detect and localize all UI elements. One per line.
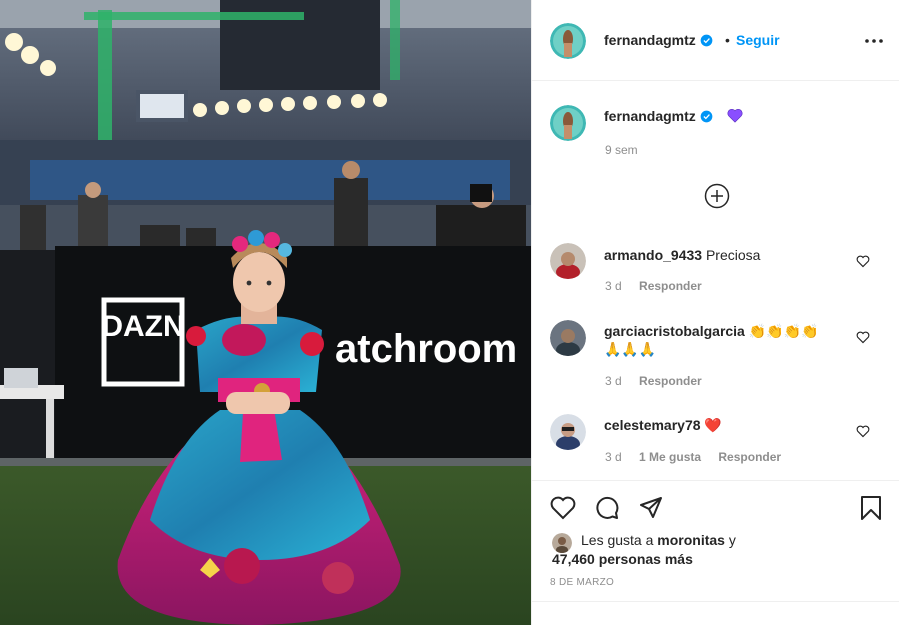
comment-emoji: ❤️ <box>704 417 722 433</box>
banner-left-text: DAZN <box>101 310 184 343</box>
post-date[interactable]: 8 DE MARZO <box>550 577 614 588</box>
post-photo[interactable]: DAZN atchroom <box>0 0 531 625</box>
load-more-icon[interactable] <box>704 183 730 209</box>
comment-text: garciacristobalgarcia 👏👏👏👏 🙏🙏🙏 <box>604 322 854 358</box>
comment-time[interactable]: 3 d <box>605 374 622 388</box>
caption-avatar[interactable] <box>550 105 586 141</box>
author-username-text[interactable]: fernandagmtz <box>604 32 696 48</box>
likes-prefix: Les gusta a <box>581 532 654 548</box>
comment-time[interactable]: 3 d <box>605 279 622 293</box>
comment-text: celestemary78 ❤️ <box>604 416 854 434</box>
caption-username-text[interactable]: fernandagmtz <box>604 108 696 124</box>
comment-meta: 3 d Responder <box>605 374 716 388</box>
comment-emoji: 👏👏👏👏 <box>748 323 819 339</box>
post-header: fernandagmtz • Seguir <box>532 0 899 81</box>
likes-count[interactable]: 47,460 personas más <box>552 551 693 567</box>
purple-heart-icon <box>727 108 743 123</box>
reply-button[interactable]: Responder <box>639 279 702 293</box>
commenter-avatar[interactable] <box>550 243 586 279</box>
banner-right-text: atchroom <box>335 327 517 371</box>
comment-emoji-line2: 🙏🙏🙏 <box>604 341 657 357</box>
commenter-username[interactable]: armando_9433 <box>604 247 702 263</box>
heart-outline-icon[interactable] <box>856 330 870 344</box>
post-actions: Les gusta a moronitas y 47,460 personas … <box>532 480 899 625</box>
heart-outline-icon[interactable] <box>856 424 870 438</box>
more-options-icon[interactable] <box>864 34 884 48</box>
heart-outline-icon[interactable] <box>856 254 870 268</box>
divider <box>532 601 899 602</box>
author-avatar[interactable] <box>550 23 586 59</box>
comment-meta: 3 d Responder <box>605 279 716 293</box>
header-separator: • <box>725 32 730 48</box>
follow-button[interactable]: Seguir <box>736 32 780 48</box>
bookmark-icon[interactable] <box>858 495 884 521</box>
comment-meta: 3 d 1 Me gusta Responder <box>605 450 795 464</box>
likes-line-2: 47,460 personas más <box>552 550 693 569</box>
author-username[interactable]: fernandagmtz <box>604 32 713 48</box>
verified-badge-icon <box>700 34 713 47</box>
comment-text: armando_9433 Preciosa <box>604 246 854 264</box>
comment-icon[interactable] <box>594 495 620 521</box>
commenter-avatar[interactable] <box>550 414 586 450</box>
likes-line-1: Les gusta a moronitas y <box>581 531 736 550</box>
reply-button[interactable]: Responder <box>639 374 702 388</box>
first-liker[interactable]: moronitas <box>657 532 725 548</box>
comment-likes[interactable]: 1 Me gusta <box>639 450 701 464</box>
share-icon[interactable] <box>638 495 664 521</box>
caption-username[interactable]: fernandagmtz <box>604 108 713 124</box>
comment-time[interactable]: 3 d <box>605 450 622 464</box>
commenter-avatar[interactable] <box>550 320 586 356</box>
commenter-username[interactable]: celestemary78 <box>604 417 701 433</box>
heart-outline-icon[interactable] <box>550 495 576 521</box>
comment-body: Preciosa <box>705 247 761 263</box>
post-side-panel: fernandagmtz • Seguir fernandagmtz 9 sem <box>531 0 899 625</box>
verified-badge-icon <box>700 110 713 123</box>
commenter-username[interactable]: garciacristobalgarcia <box>604 323 745 339</box>
caption-time[interactable]: 9 sem <box>605 143 638 157</box>
likes-connector: y <box>728 532 736 548</box>
reply-button[interactable]: Responder <box>718 450 781 464</box>
post-photo-illustration: DAZN atchroom <box>0 0 531 625</box>
